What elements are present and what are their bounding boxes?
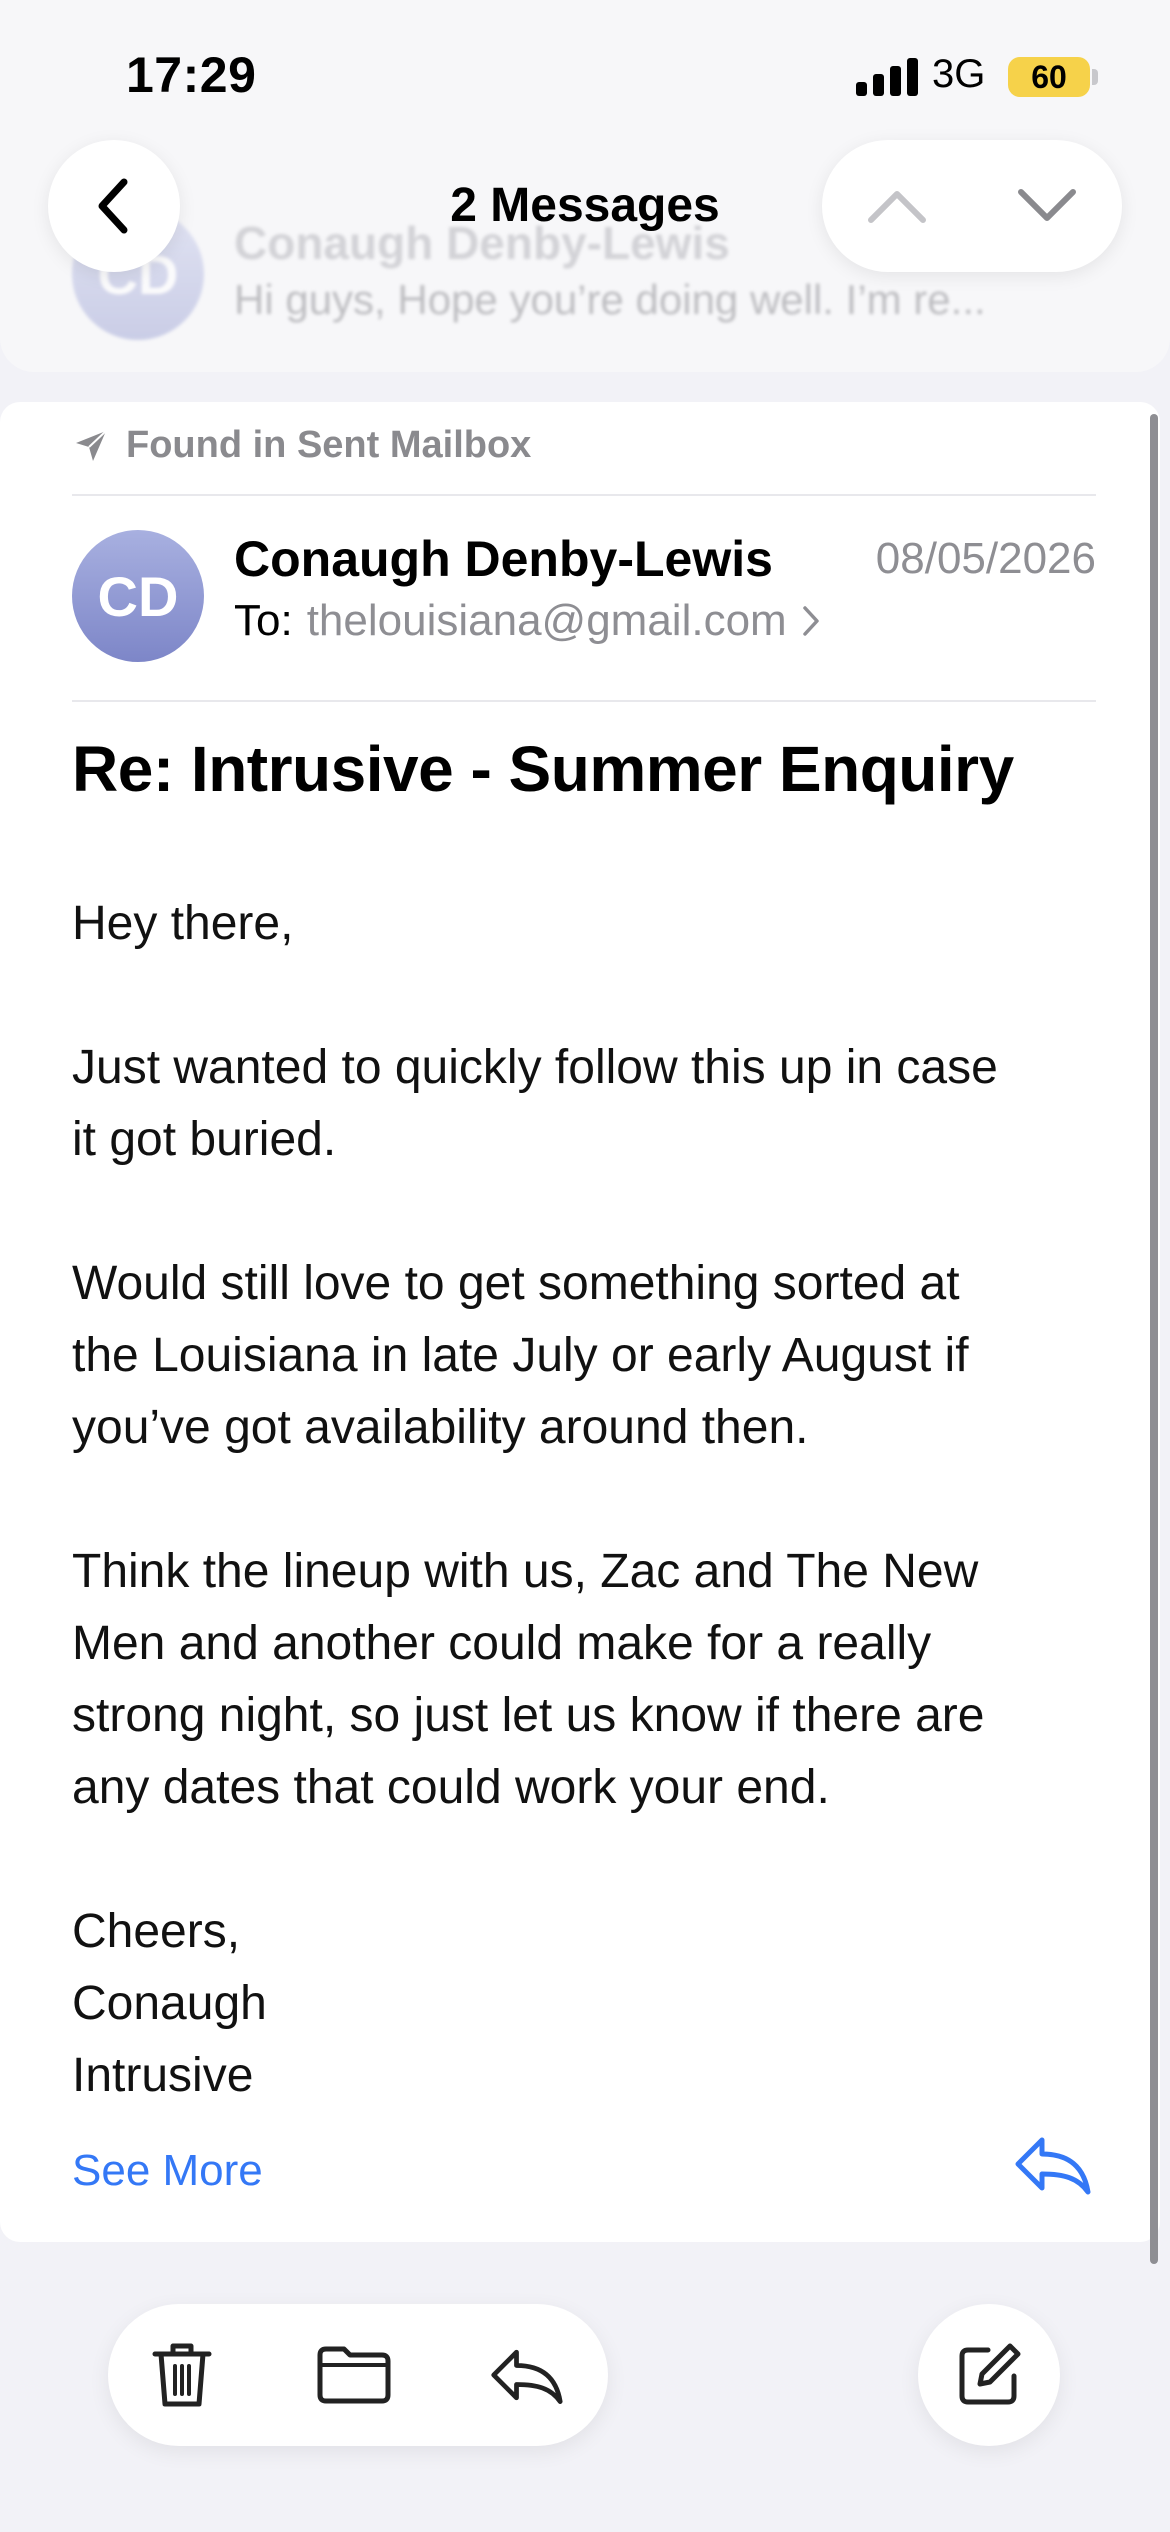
body-line: the Louisiana in late July or early Augu… [72,1329,969,1382]
body-greeting: Hey there, [72,897,294,950]
avatar[interactable]: CD [72,530,204,662]
message-body: Hey there, Just wanted to quickly follow… [72,888,1092,2112]
scrollbar[interactable] [1150,414,1158,2264]
body-line: Would still love to get something sorted… [72,1257,960,1310]
network-type: 3G [932,52,986,96]
signature-line: Conaugh [72,1977,267,2030]
move-to-folder-button[interactable] [294,2304,414,2446]
reply-icon [1015,2137,1091,2195]
message-date: 08/05/2026 [875,534,1096,583]
reply-icon [491,2349,563,2404]
body-line: you’ve got availability around then. [72,1401,809,1454]
delete-button[interactable] [122,2304,242,2446]
chevron-right-icon [802,606,819,636]
recipient-address[interactable]: thelouisiana@gmail.com [307,596,787,646]
see-more-link[interactable]: See More [72,2146,263,2196]
divider [72,494,1096,496]
found-in-label: Found in Sent Mailbox [126,424,532,466]
body-line: Just wanted to quickly follow this up in… [72,1041,998,1094]
message-navigation [822,140,1122,272]
mail-message-screen: CD Conaugh Denby-Lewis Hi guys, Hope you… [0,0,1170,2532]
body-paragraph: Think the lineup with us, Zac and The Ne… [72,1536,1092,1824]
previous-snippet: Hi guys, Hope you’re doing well. I’m re.… [234,276,986,323]
bottom-toolbar [108,2304,608,2446]
body-line: Men and another could make for a really [72,1617,932,1670]
body-paragraph: Would still love to get something sorted… [72,1248,1092,1464]
body-signature: Cheers, Conaugh Intrusive [72,1896,1092,2112]
reply-button[interactable] [1012,2132,1092,2201]
battery-icon: 60 [1008,57,1090,97]
trash-icon [152,2343,212,2407]
signature-line: Cheers, [72,1905,241,1958]
compose-icon [959,2343,1021,2405]
previous-message-button[interactable] [822,140,972,272]
sender-name[interactable]: Conaugh Denby-Lewis [234,530,773,588]
body-line: Think the lineup with us, Zac and The Ne… [72,1545,979,1598]
folder-icon [317,2346,391,2404]
to-label: To: [234,596,293,645]
chevron-up-icon [868,191,926,223]
message-subject: Re: Intrusive - Summer Enquiry [72,733,1014,805]
chevron-down-icon [1018,189,1076,221]
recipients-line[interactable]: To: thelouisiana@gmail.com [234,596,821,646]
status-time: 17:29 [126,47,257,103]
reply-toolbar-button[interactable] [466,2304,586,2446]
signature-line: Intrusive [72,2049,254,2102]
body-line: strong night, so just let us know if the… [72,1689,985,1742]
found-in-mailbox: Found in Sent Mailbox [72,424,531,467]
battery-tip [1092,69,1098,85]
message-card: Found in Sent Mailbox CD Conaugh Denby-L… [0,402,1160,2242]
body-line: it got buried. [72,1113,337,1166]
signal-icon [856,58,918,96]
divider [72,700,1096,702]
body-line: any dates that could work your end. [72,1761,830,1814]
status-bar: 17:29 3G 60 [0,0,1170,140]
compose-button[interactable] [918,2304,1060,2446]
battery-level: 60 [1031,58,1067,95]
body-paragraph: Just wanted to quickly follow this up in… [72,1032,1092,1176]
paper-plane-icon [76,429,107,461]
next-message-button[interactable] [972,140,1122,272]
